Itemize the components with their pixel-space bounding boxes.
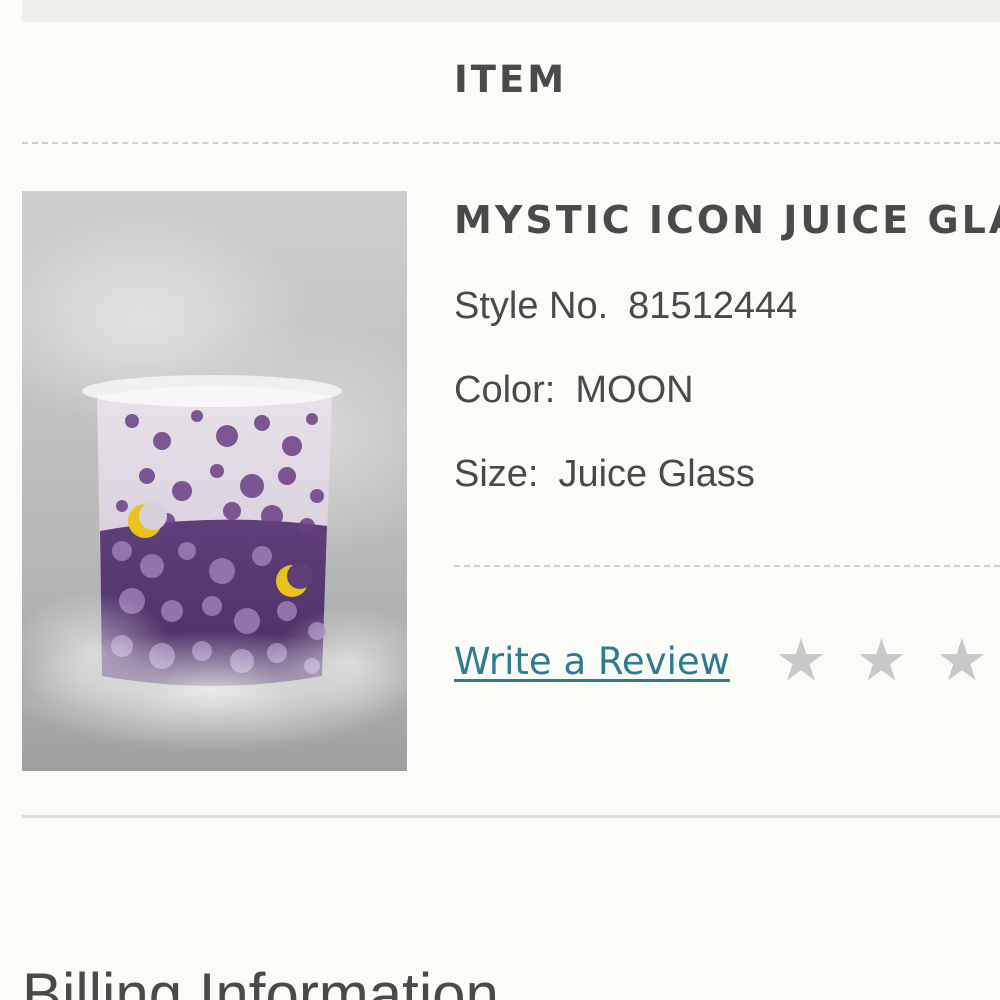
product-title: MYSTIC ICON JUICE GLAS [454, 198, 1000, 242]
rating-stars[interactable]: ★ ★ ★ ★ [775, 626, 1000, 694]
style-label: Style No. [454, 285, 609, 327]
star-icon[interactable]: ★ [855, 626, 911, 694]
billing-information-heading: Billing Information [22, 961, 499, 1000]
star-icon[interactable]: ★ [775, 626, 831, 694]
section-divider [22, 815, 1000, 818]
order-item-page: ITEM MYSTIC ICON JUICE GLAS Style No. 81… [0, 0, 1000, 1000]
style-value: 81512444 [628, 285, 798, 327]
product-style-row: Style No. 81512444 [454, 285, 797, 328]
star-icon[interactable]: ★ [936, 626, 992, 694]
dashed-divider [454, 565, 1000, 567]
product-size-row: Size: Juice Glass [454, 453, 755, 496]
product-color-row: Color: MOON [454, 369, 694, 412]
column-header-item: ITEM [454, 58, 568, 101]
top-bar [22, 0, 1000, 22]
color-value: MOON [575, 369, 694, 411]
size-label: Size: [454, 453, 539, 495]
product-image[interactable] [22, 191, 407, 771]
color-label: Color: [454, 369, 556, 411]
write-review-link[interactable]: Write a Review [454, 640, 730, 683]
size-value: Juice Glass [558, 453, 755, 495]
dashed-divider [22, 142, 1000, 144]
